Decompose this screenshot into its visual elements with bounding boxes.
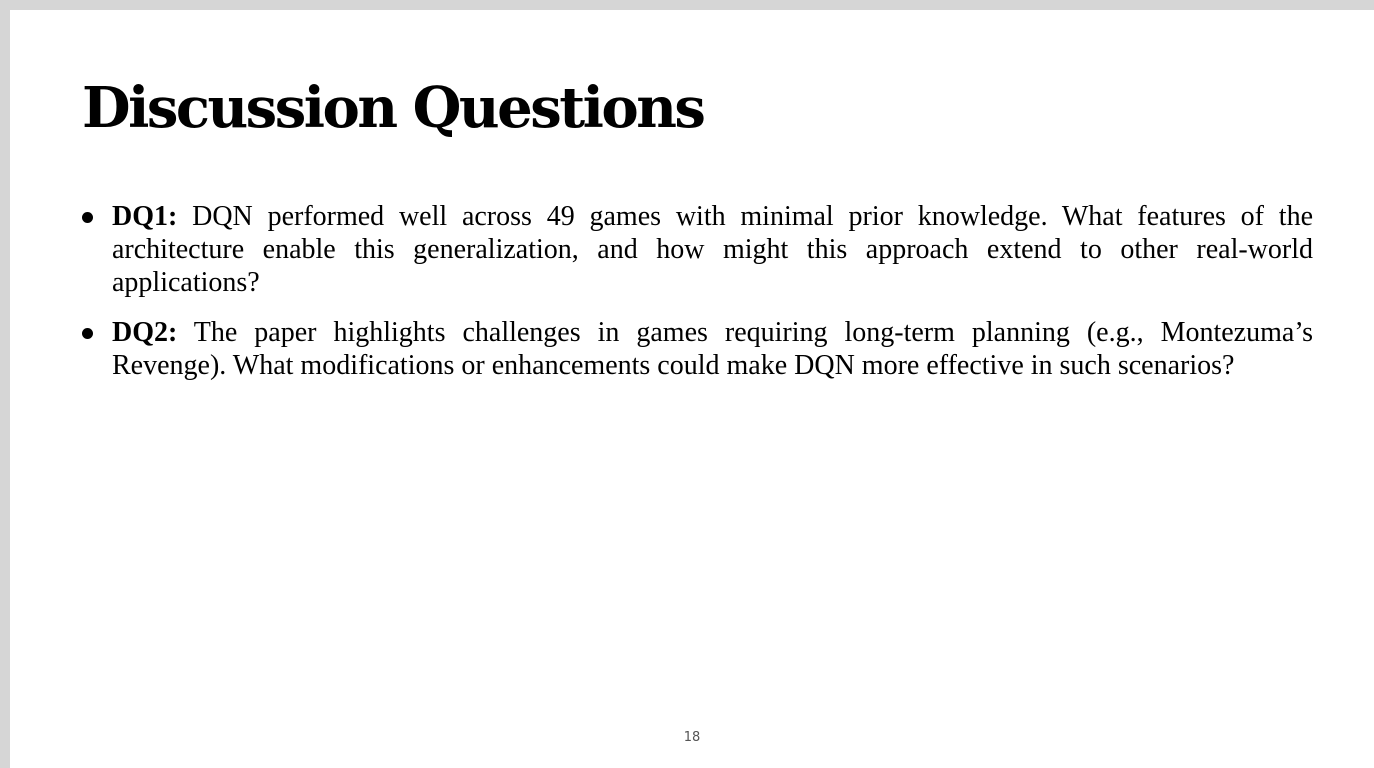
bullet-item-dq1: DQ1: DQN performed well across 49 games …: [82, 200, 1313, 299]
bullet-icon: [82, 328, 93, 339]
bullet-item-dq2: DQ2: The paper highlights challenges in …: [82, 316, 1313, 382]
bullet-label: DQ2:: [112, 317, 178, 348]
slide-page: Discussion Questions DQ1: DQN performed …: [10, 10, 1374, 768]
bullet-label: DQ1:: [112, 201, 178, 232]
bullet-text: DQN performed well across 49 games with …: [112, 201, 1313, 298]
bullet-text: The paper highlights challenges in games…: [112, 317, 1313, 381]
page-number: 18: [683, 730, 701, 745]
bullet-list: DQ1: DQN performed well across 49 games …: [82, 200, 1313, 399]
document-viewer: Discussion Questions DQ1: DQN performed …: [0, 0, 1374, 768]
bullet-icon: [82, 212, 93, 223]
slide-title: Discussion Questions: [82, 75, 706, 141]
